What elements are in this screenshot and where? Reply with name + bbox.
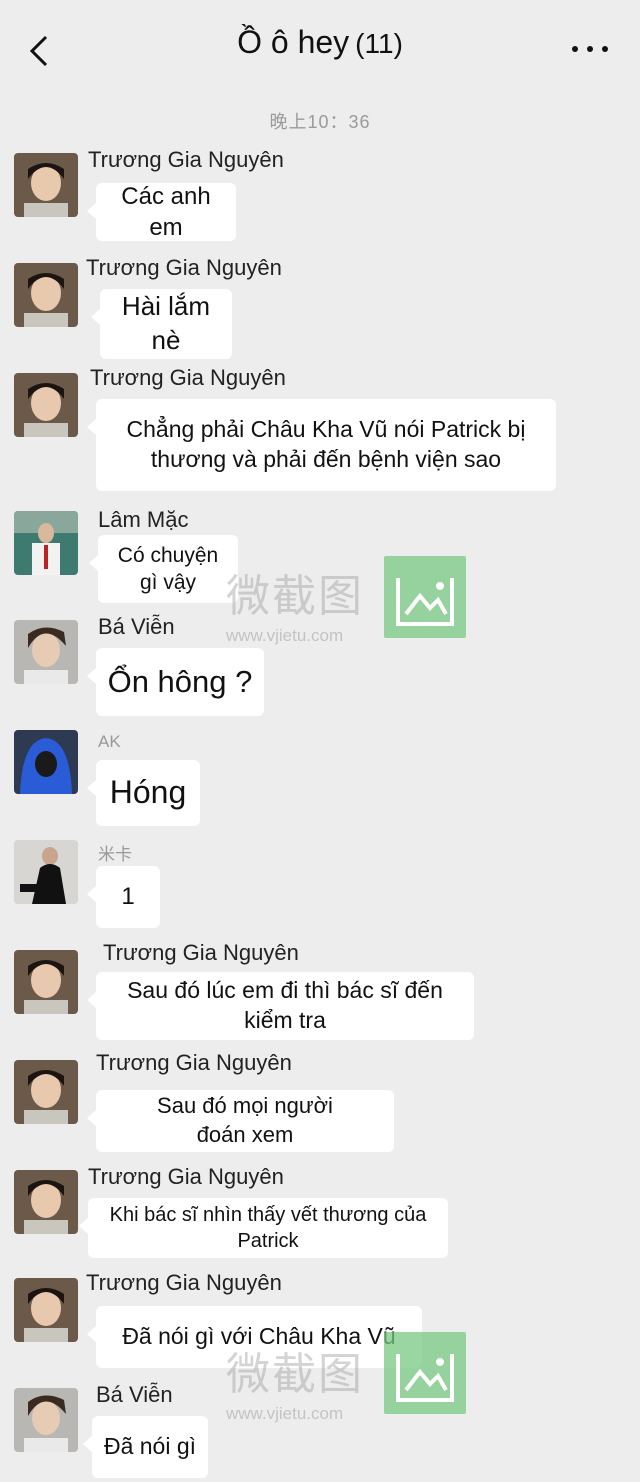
member-count: (11)	[355, 28, 403, 59]
message-bubble[interactable]: Khi bác sĩ nhìn thấy vết thương của Patr…	[79, 1198, 448, 1258]
sender-name: Bá Viễn	[96, 1382, 173, 1407]
message-bubble[interactable]: Đã nói gì với Châu Kha Vũ	[87, 1306, 422, 1368]
watermark: 微截图 www.vjietu.com	[226, 560, 364, 646]
message-bubble[interactable]: Hóng	[87, 760, 200, 826]
avatar[interactable]	[14, 1170, 78, 1234]
sender-name: Trương Gia Nguyên	[88, 1164, 284, 1189]
message-bubble[interactable]: Có chuyện gì vậy	[89, 535, 238, 603]
sender-name: Trương Gia Nguyên	[88, 147, 284, 172]
sender-name: Trương Gia Nguyên	[90, 365, 286, 390]
avatar[interactable]	[14, 840, 78, 904]
message-bubble[interactable]: Sau đó mọi người đoán xem	[87, 1090, 394, 1152]
avatar[interactable]	[14, 373, 78, 437]
watermark-url: www.vjietu.com	[226, 1404, 344, 1423]
more-dots-icon[interactable]	[570, 44, 610, 54]
chat-title: Ồ ô hey (11)	[0, 24, 640, 61]
sender-name: Trương Gia Nguyên	[96, 1050, 292, 1075]
message-bubble[interactable]: Hài lắm nè	[91, 289, 232, 359]
message-bubble[interactable]: 1	[87, 866, 160, 928]
watermark-url: www.vjietu.com	[226, 626, 344, 645]
sender-name: Bá Viễn	[98, 614, 175, 639]
message-bubble[interactable]: Các anh em	[87, 183, 236, 241]
avatar[interactable]	[14, 1278, 78, 1342]
avatar[interactable]	[14, 511, 78, 575]
watermark-logo-icon	[384, 556, 466, 638]
avatar[interactable]	[14, 153, 78, 217]
chat-header: Ồ ô hey (11)	[0, 0, 640, 92]
avatar[interactable]	[14, 950, 78, 1014]
sender-name: Trương Gia Nguyên	[86, 255, 282, 280]
sender-name: AK	[98, 732, 121, 751]
message-timestamp: 晚上10：36	[269, 112, 371, 132]
avatar[interactable]	[14, 1060, 78, 1124]
sender-name: Lâm Mặc	[98, 507, 189, 532]
sender-name: Trương Gia Nguyên	[103, 940, 299, 965]
message-bubble[interactable]: Sau đó lúc em đi thì bác sĩ đến kiểm tra	[87, 972, 474, 1040]
avatar[interactable]	[14, 1388, 78, 1452]
group-name: Ồ ô hey	[237, 24, 350, 60]
sender-name: 米卡	[98, 845, 132, 864]
avatar[interactable]	[14, 620, 78, 684]
sender-name: Trương Gia Nguyên	[86, 1270, 282, 1295]
message-bubble[interactable]: Đã nói gì	[83, 1416, 208, 1478]
message-bubble[interactable]: Ổn hông ?	[87, 648, 264, 716]
avatar[interactable]	[14, 263, 78, 327]
avatar[interactable]	[14, 730, 78, 794]
watermark-text: 微截图	[226, 572, 364, 621]
message-bubble[interactable]: Chẳng phải Châu Kha Vũ nói Patrick bị th…	[87, 399, 556, 491]
